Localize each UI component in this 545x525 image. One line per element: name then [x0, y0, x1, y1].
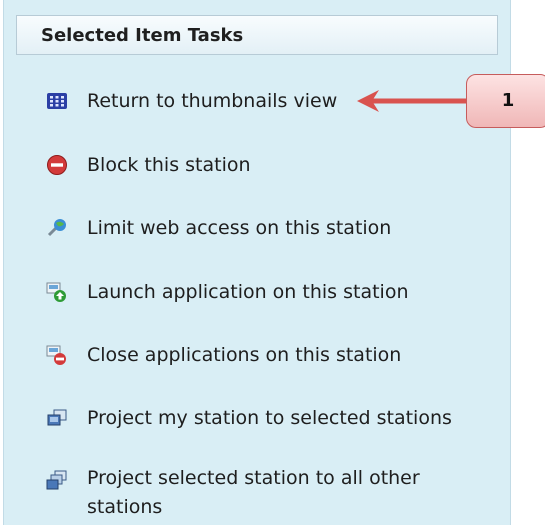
task-label: Return to thumbnails view — [87, 90, 338, 112]
callout-badge: 1 — [466, 74, 545, 128]
task-close-applications[interactable]: Close applications on this station — [4, 335, 510, 375]
web-access-icon — [46, 217, 68, 239]
close-app-icon — [46, 344, 68, 366]
panel-title: Selected Item Tasks — [16, 15, 498, 55]
task-label: Project selected station to all other st… — [87, 467, 420, 518]
task-launch-application[interactable]: Launch application on this station — [4, 272, 510, 312]
task-return-thumbnails[interactable]: Return to thumbnails view — [4, 81, 510, 121]
task-label: Launch application on this station — [87, 281, 409, 303]
selected-item-tasks-panel: Selected Item Tasks Return to thumbnails… — [3, 0, 511, 525]
project-station-icon — [46, 407, 68, 429]
task-project-selected-station[interactable]: Project selected station to all other st… — [4, 460, 510, 522]
block-icon — [46, 154, 68, 176]
task-block-station[interactable]: Block this station — [4, 145, 510, 185]
task-label: Block this station — [87, 154, 251, 176]
task-label: Project my station to selected stations — [87, 407, 452, 429]
task-limit-web-access[interactable]: Limit web access on this station — [4, 208, 510, 248]
launch-app-icon — [46, 281, 68, 303]
task-label: Close applications on this station — [87, 344, 402, 366]
task-project-my-station[interactable]: Project my station to selected stations — [4, 398, 510, 438]
project-all-icon — [46, 470, 68, 492]
task-label: Limit web access on this station — [87, 217, 392, 239]
thumbnails-grid-icon — [46, 90, 68, 112]
